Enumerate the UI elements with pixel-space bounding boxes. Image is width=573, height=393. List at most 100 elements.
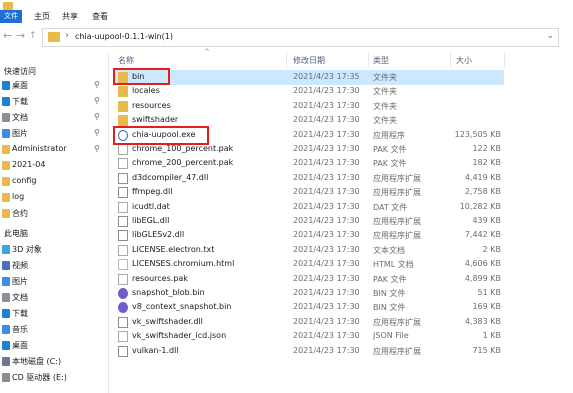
tab-view[interactable]: 查看 — [92, 10, 108, 23]
column-header-type[interactable]: 类型 — [373, 55, 389, 66]
file-row[interactable]: ffmpeg.dll 2021/4/23 17:30 应用程序扩展 2,758 KB — [114, 185, 504, 200]
sidebar-pc-item[interactable]: 桌面 — [0, 338, 106, 353]
file-date: 2021/4/23 17:30 — [293, 273, 360, 283]
this-pc-label: 此电脑 — [4, 229, 28, 238]
chevron-right-icon[interactable]: › — [65, 30, 69, 41]
file-row[interactable]: libEGL.dll 2021/4/23 17:30 应用程序扩展 439 KB — [114, 214, 504, 229]
file-date: 2021/4/23 17:30 — [293, 201, 360, 211]
pictures-icon — [2, 129, 10, 138]
file-name: locales — [132, 86, 160, 96]
tab-share[interactable]: 共享 — [62, 10, 78, 23]
sidebar-item[interactable]: 下载 ⚲ — [0, 94, 106, 109]
file-date: 2021/4/23 17:30 — [293, 216, 360, 225]
file-date: 2021/4/23 17:30 — [293, 259, 360, 269]
file-name: vulkan-1.dll — [132, 345, 179, 355]
sidebar-pc-item[interactable]: 本地磁盘 (C:) — [0, 354, 106, 369]
sidebar-item[interactable]: log — [0, 190, 106, 205]
sidebar-item[interactable]: 图片 ⚲ — [0, 126, 106, 141]
annotation-box-bin — [113, 68, 170, 85]
file-name: ffmpeg.dll — [132, 187, 173, 197]
file-type: 文件夹 — [373, 116, 397, 126]
file-date: 2021/4/23 17:35 — [293, 72, 360, 81]
forward-arrow-icon[interactable]: → — [16, 30, 25, 42]
pin-icon[interactable]: ⚲ — [94, 112, 100, 121]
file-row[interactable]: icudtl.dat 2021/4/23 17:30 DAT 文件 10,282 KB — [114, 200, 504, 215]
file-name: chrome_100_percent.pak — [132, 144, 234, 153]
file-date: 2021/4/23 17:30 — [293, 288, 360, 297]
file-name: resources.pak — [132, 273, 188, 283]
file-icon — [118, 201, 128, 213]
address-bar[interactable]: › chia-uupool-0.1.1-win(1) ⌄ — [42, 28, 559, 47]
sidebar-item[interactable]: 2021-04 — [0, 158, 106, 173]
pin-icon[interactable]: ⚲ — [94, 144, 100, 153]
file-size: 7,442 KB — [464, 230, 501, 240]
sidebar-pc-item[interactable]: 3D 对象 — [0, 242, 106, 257]
file-row[interactable]: vulkan-1.dll 2021/4/23 17:30 应用程序扩展 715 KB — [114, 344, 504, 359]
file-row[interactable]: LICENSES.chromium.html 2021/4/23 17:30 HTM… — [114, 257, 504, 272]
file-row[interactable]: d3dcompiler_47.dll 2021/4/23 17:30 应用程序扩展 4… — [114, 171, 504, 186]
folder-icon — [118, 100, 128, 112]
address-path[interactable]: chia-uupool-0.1.1-win(1) — [75, 32, 173, 41]
sidebar-item-label: 本地磁盘 (C:) — [12, 357, 62, 366]
this-pc-header[interactable]: 此电脑 — [0, 226, 106, 241]
tab-home[interactable]: 主页 — [34, 10, 50, 23]
column-header-size[interactable]: 大小 — [456, 55, 472, 66]
pin-icon[interactable]: ⚲ — [94, 80, 100, 89]
file-row[interactable]: resources 2021/4/23 17:30 文件夹 — [114, 99, 504, 114]
dll-file-icon — [118, 230, 128, 242]
file-name: swiftshader — [132, 115, 179, 125]
sidebar-item-label: Administrator — [12, 144, 67, 153]
column-header-name[interactable]: 名称 — [118, 55, 134, 66]
dll-file-icon — [118, 316, 128, 328]
pin-icon[interactable]: ⚲ — [94, 128, 100, 137]
dll-file-icon — [118, 216, 128, 227]
back-arrow-icon[interactable]: ← — [3, 30, 12, 42]
sidebar-pc-item[interactable]: 图片 — [0, 274, 106, 289]
column-header-date[interactable]: 修改日期 — [293, 55, 325, 66]
file-name: vk_swiftshader_icd.json — [132, 331, 227, 341]
column-divider[interactable] — [368, 52, 369, 68]
sidebar-item[interactable]: Administrator ⚲ — [0, 142, 106, 157]
dll-file-icon — [118, 172, 128, 184]
file-row[interactable]: v8_context_snapshot.bin 2021/4/23 17:30 BI… — [114, 300, 504, 315]
column-divider[interactable] — [286, 52, 287, 68]
file-date: 2021/4/23 17:30 — [293, 172, 360, 182]
file-name: icudtl.dat — [132, 201, 170, 211]
column-divider[interactable] — [450, 52, 451, 68]
file-row[interactable]: libGLESv2.dll 2021/4/23 17:30 应用程序扩展 7,442 … — [114, 228, 504, 243]
up-arrow-icon[interactable]: ↑ — [29, 30, 37, 42]
chevron-down-icon[interactable]: ⌄ — [546, 31, 554, 41]
file-type: 应用程序扩展 — [373, 317, 421, 327]
file-size: 4,419 KB — [464, 172, 501, 182]
sidebar-item-label: 3D 对象 — [12, 245, 42, 254]
file-row[interactable]: locales 2021/4/23 17:30 文件夹 — [114, 84, 504, 99]
file-row[interactable]: snapshot_blob.bin 2021/4/23 17:30 BIN 文件 51… — [114, 286, 504, 301]
sidebar-item[interactable]: config — [0, 174, 106, 189]
file-size: 1 KB — [482, 331, 501, 341]
file-icon — [118, 331, 128, 343]
file-row[interactable]: resources.pak 2021/4/23 17:30 PAK 文件 4,899 … — [114, 272, 504, 287]
file-date: 2021/4/23 17:30 — [293, 244, 360, 254]
sidebar-pc-item[interactable]: CD 驱动器 (E:) — [0, 370, 106, 385]
ribbon: 文件 主页 共享 查看 — [0, 0, 573, 25]
sidebar-pc-item[interactable]: 下载 — [0, 306, 106, 321]
file-row[interactable]: bin 2021/4/23 17:35 文件夹 — [114, 70, 504, 85]
download-icon — [2, 97, 10, 106]
file-row[interactable]: vk_swiftshader.dll 2021/4/23 17:30 应用程序扩展 4… — [114, 315, 504, 330]
file-type: 应用程序扩展 — [373, 188, 421, 198]
sidebar-pc-item[interactable]: 视频 — [0, 258, 106, 273]
column-divider[interactable] — [504, 52, 505, 68]
file-row[interactable]: LICENSE.electron.txt 2021/4/23 17:30 文本文档 2… — [114, 243, 504, 258]
sidebar-pc-item[interactable]: 文档 — [0, 290, 106, 305]
sidebar-item[interactable]: 桌面 ⚲ — [0, 78, 106, 93]
file-row[interactable]: vk_swiftshader_icd.json 2021/4/23 17:30 JS… — [114, 329, 504, 344]
bin-file-icon — [118, 302, 128, 314]
sidebar-item[interactable]: 文档 ⚲ — [0, 110, 106, 125]
sidebar-pc-item[interactable]: 音乐 — [0, 322, 106, 337]
quick-access-header[interactable]: 快速访问 — [0, 64, 106, 79]
tab-file[interactable]: 文件 — [0, 10, 22, 23]
sidebar-item[interactable]: 合约 — [0, 206, 106, 221]
pin-icon[interactable]: ⚲ — [94, 96, 100, 105]
file-icon — [118, 158, 128, 170]
file-row[interactable]: chrome_200_percent.pak 2021/4/23 17:30 PAK… — [114, 156, 504, 171]
